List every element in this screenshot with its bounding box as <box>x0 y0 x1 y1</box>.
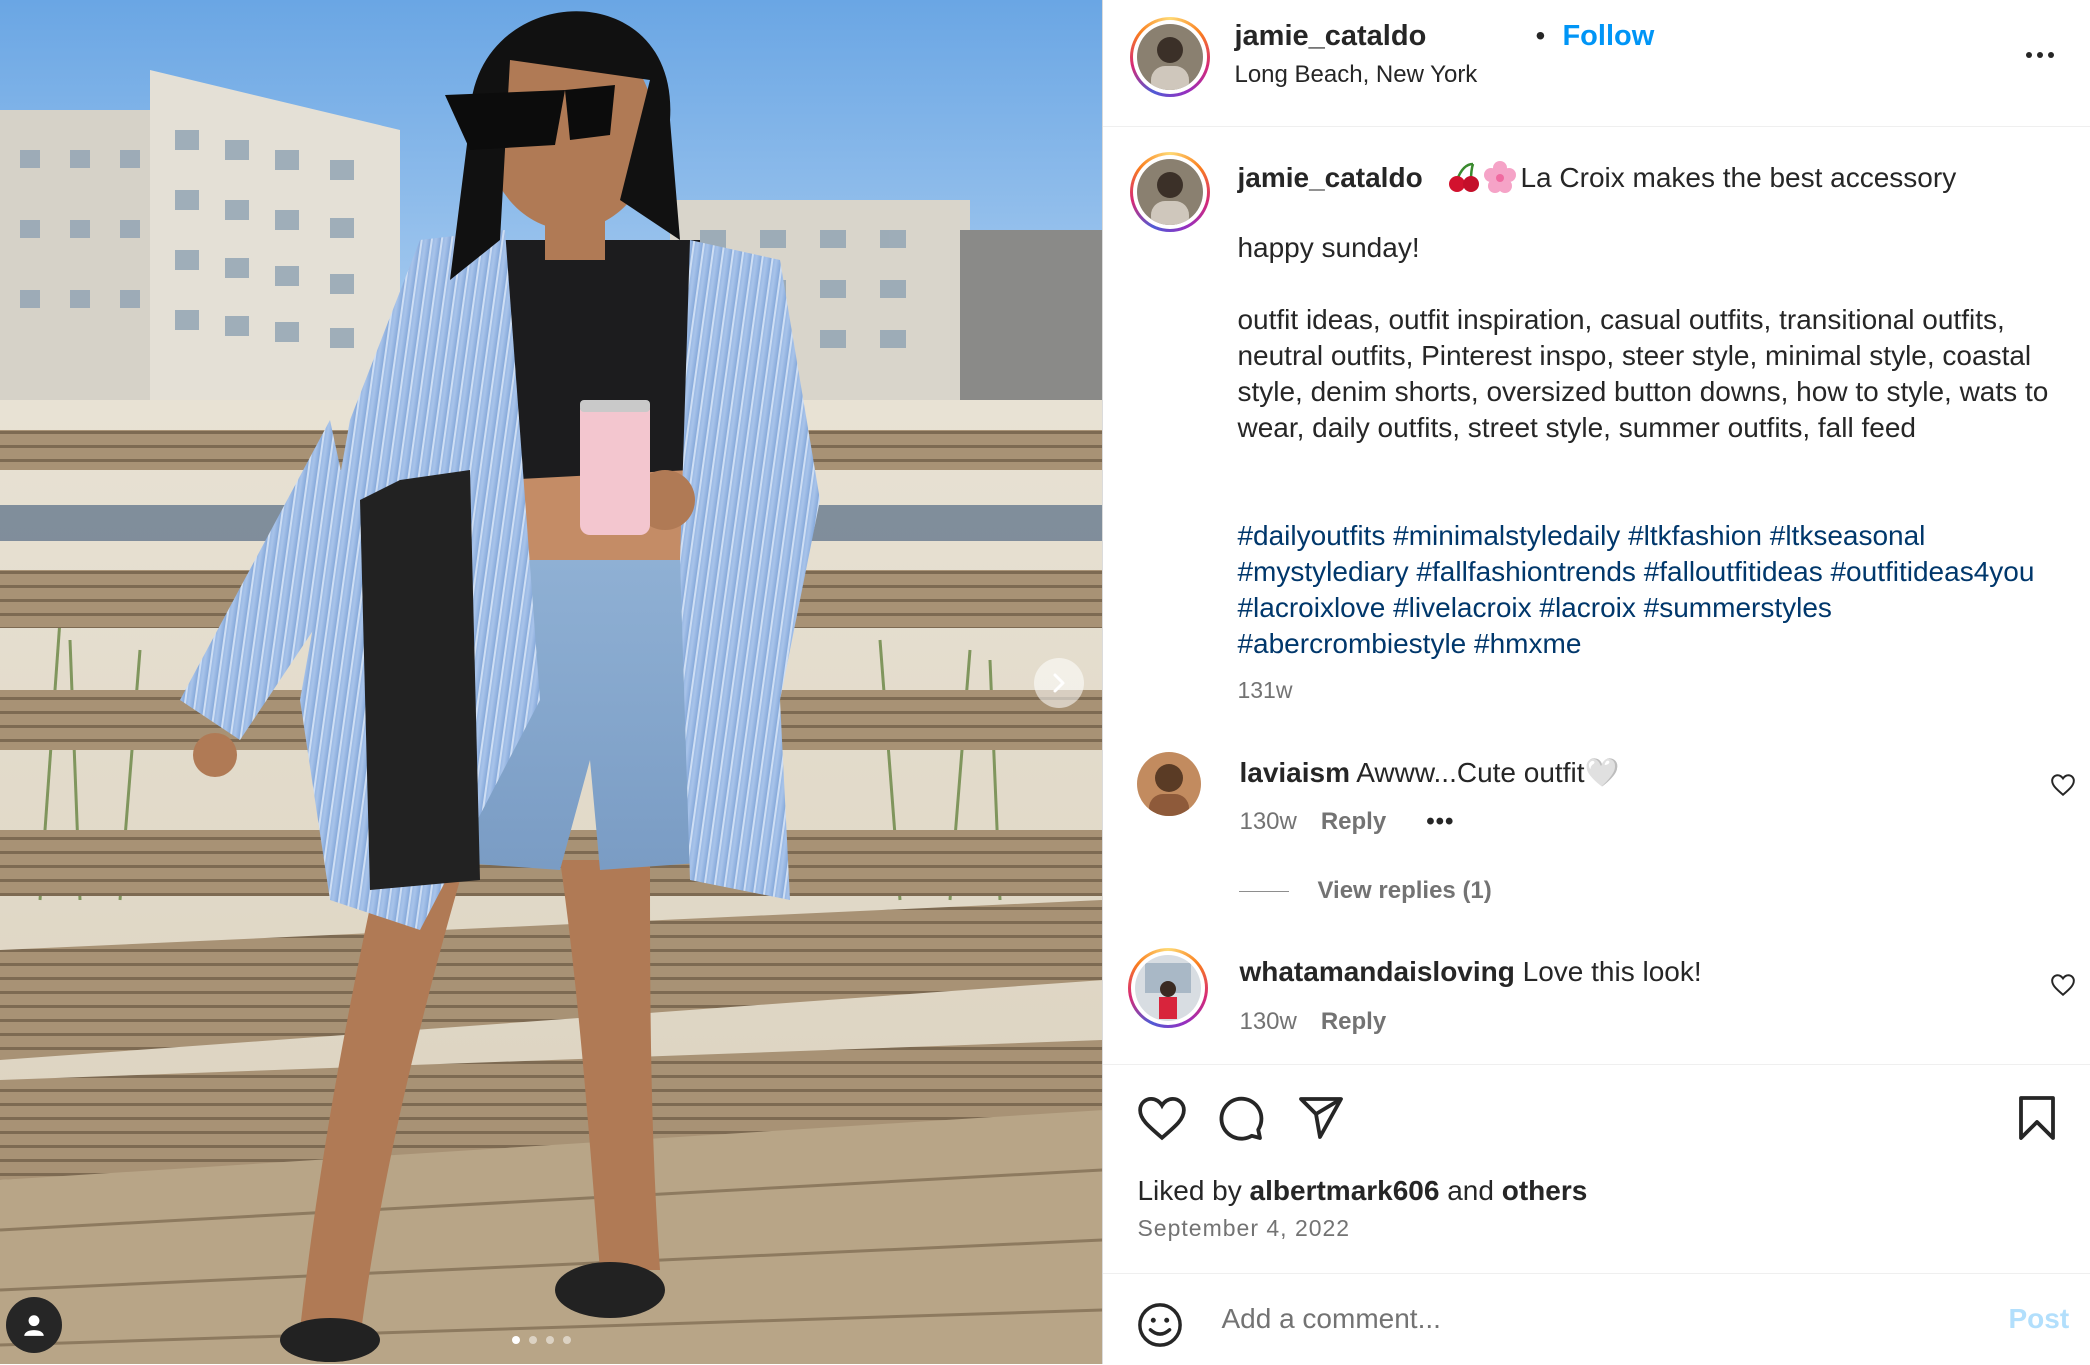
author-avatar-image <box>1137 24 1204 90</box>
post-photo[interactable] <box>0 0 1103 1364</box>
liked-by-user-link[interactable]: albertmark606 <box>1250 1175 1440 1206</box>
hashtag-link[interactable]: #summerstyles <box>1644 592 1832 623</box>
hashtag-link[interactable]: #minimalstyledaily <box>1393 520 1620 551</box>
action-bar <box>1103 1064 2090 1275</box>
hashtag-link[interactable]: #fallfashiontrends <box>1416 556 1635 587</box>
commenter-avatar[interactable] <box>1137 752 1202 816</box>
like-button[interactable] <box>1137 1095 1187 1141</box>
caption-keywords: outfit ideas, outfit inspiration, casual… <box>1237 304 2049 443</box>
comment-time[interactable]: 130w <box>1239 808 1296 836</box>
location-link[interactable]: Long Beach, New York <box>1234 61 1477 89</box>
header-username[interactable]: jamie_cataldo <box>1234 20 1426 53</box>
comment-input[interactable] <box>1219 1298 1944 1340</box>
user-tag-icon <box>24 1315 44 1336</box>
hashtag-link[interactable]: #ltkseasonal <box>1770 520 1926 551</box>
caption-timestamp[interactable]: 131w <box>1237 677 1292 704</box>
hashtag-link[interactable]: #mystylediary <box>1237 556 1408 587</box>
carousel-dot <box>529 1336 537 1344</box>
carousel-dot <box>546 1336 554 1344</box>
caption-hashtags: #dailyoutfits #minimalstyledaily #ltkfas… <box>1237 518 2057 662</box>
liked-by-others-link[interactable]: others <box>1502 1175 1588 1206</box>
hashtag-link[interactable]: #ltkfashion <box>1628 520 1762 551</box>
hashtag-link[interactable]: #lacroix <box>1539 592 1635 623</box>
cherry-blossom-emoji-icon <box>1484 161 1517 193</box>
follow-button[interactable]: Follow <box>1562 20 1654 53</box>
comment-button[interactable] <box>1217 1095 1265 1143</box>
carousel-dot <box>512 1336 520 1344</box>
hashtag-link[interactable]: #falloutfitideas <box>1644 556 1823 587</box>
heart-icon[interactable] <box>2050 772 2076 798</box>
caption-username[interactable]: jamie_cataldo <box>1237 162 1422 194</box>
instagram-post-view: jamie_cataldo • Follow Long Beach, New Y… <box>0 0 2090 1364</box>
hashtag-link[interactable]: #lacroixlove <box>1237 592 1385 623</box>
hashtag-link[interactable]: #outfitideas4you <box>1830 556 2034 587</box>
commenter-avatar[interactable] <box>1128 948 1209 1028</box>
hashtag-link[interactable]: #livelacroix <box>1393 592 1532 623</box>
hashtag-link[interactable]: #hmxme <box>1474 628 1581 659</box>
comment-time[interactable]: 130w <box>1239 1008 1296 1036</box>
caption-avatar-image <box>1137 159 1204 225</box>
heart-icon[interactable] <box>2050 972 2076 998</box>
reply-button[interactable]: Reply <box>1321 808 1386 836</box>
hashtag-link[interactable]: #dailyoutfits <box>1237 520 1385 551</box>
likes-summary: Liked by albertmark606 and others <box>1137 1175 1588 1206</box>
post-comment-button[interactable]: Post <box>2008 1303 2069 1335</box>
cherries-emoji-icon <box>1449 162 1480 192</box>
share-button[interactable] <box>1297 1095 1345 1141</box>
more-icon <box>2026 52 2033 58</box>
add-comment-bar: Post <box>1103 1273 2090 1365</box>
comment-text: Awww...Cute outfit🤍 <box>1356 757 1620 788</box>
photo-scene <box>0 0 1103 1364</box>
caption-greeting: happy sunday! <box>1237 232 1420 263</box>
more-options-button[interactable] <box>2018 40 2062 70</box>
tagged-users-button[interactable] <box>6 1297 62 1353</box>
post-header: jamie_cataldo • Follow Long Beach, New Y… <box>1103 0 2090 127</box>
save-bookmark-button[interactable] <box>2017 1095 2057 1141</box>
comment-username[interactable]: whatamandaisloving <box>1239 956 1514 987</box>
chevron-right-icon <box>1053 673 1065 693</box>
next-photo-button[interactable] <box>1034 658 1084 708</box>
header-separator: • <box>1535 20 1546 51</box>
carousel-dot <box>563 1336 571 1344</box>
comment-username[interactable]: laviaism <box>1239 757 1350 788</box>
emoji-icon[interactable] <box>1137 1302 1183 1348</box>
comment-options-button[interactable]: ••• <box>1426 808 1454 836</box>
hashtag-link[interactable]: #abercrombiestyle <box>1237 628 1466 659</box>
comment-text: Love this look! <box>1522 956 1702 987</box>
caption-title: La Croix makes the best accessory <box>1520 162 1957 193</box>
post-date[interactable]: September 4, 2022 <box>1137 1215 1350 1242</box>
caption-avatar[interactable] <box>1130 152 1211 232</box>
post-side-panel: jamie_cataldo • Follow Long Beach, New Y… <box>1102 0 2090 1364</box>
view-replies-button[interactable]: View replies (1) <box>1239 877 1492 905</box>
carousel-indicator <box>512 1336 571 1344</box>
reply-button[interactable]: Reply <box>1321 1008 1386 1036</box>
author-avatar[interactable] <box>1130 17 1211 97</box>
